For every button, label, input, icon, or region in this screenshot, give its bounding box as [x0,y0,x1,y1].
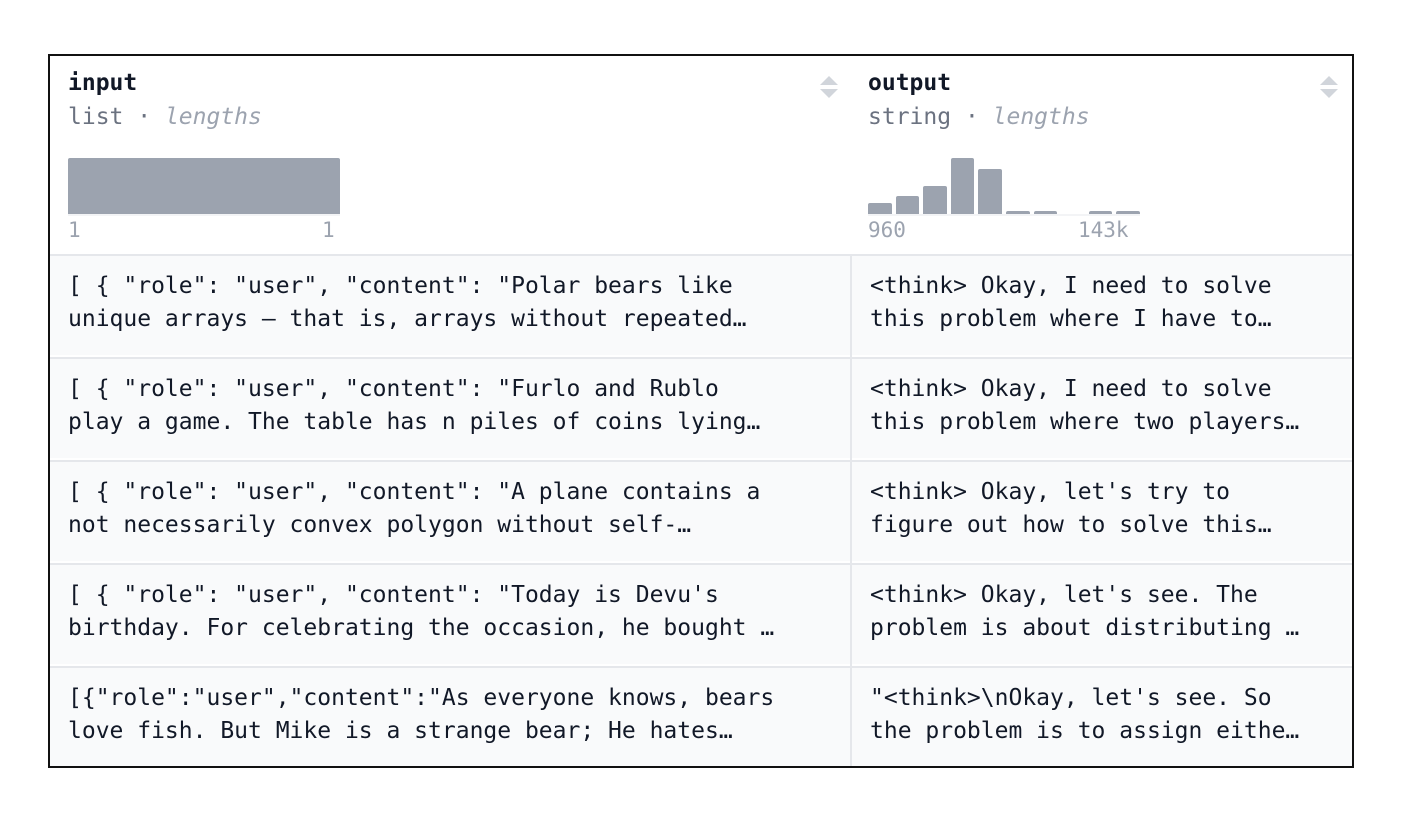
histogram-bar[interactable] [950,158,975,214]
length-histogram[interactable] [68,146,340,216]
table-header: input list · lengths 1 1 output string ·… [50,56,1352,256]
input-cell[interactable]: [ { "role": "user", "content": "Today is… [50,563,850,664]
output-cell[interactable]: <think> Okay, I need to solve this probl… [852,357,1352,458]
dataset-viewer-table: input list · lengths 1 1 output string ·… [48,54,1354,768]
output-cell[interactable]: <think> Okay, let's see. The problem is … [852,563,1352,664]
histogram-bar[interactable] [895,196,920,214]
sort-icon[interactable] [818,74,840,100]
output-cell[interactable]: "<think>\nOkay, let's see. So the proble… [852,666,1352,766]
cell-text-line: <think> Okay, I need to solve [870,273,1272,299]
cell-text-line: this problem where two players… [870,409,1300,435]
table-row: [ { "role": "user", "content": "Polar be… [50,254,1352,357]
cell-text-line: figure out how to solve this… [870,512,1272,538]
cell-text-line: [ { "role": "user", "content": "Today is… [68,582,719,608]
column-type: list · lengths [68,104,262,130]
histogram-bar[interactable] [868,202,892,214]
table-row: [ { "role": "user", "content": "Furlo an… [50,357,1352,460]
cell-text-line: problem is about distributing … [870,615,1300,641]
column-type-sub: lengths [164,104,262,130]
histogram-baseline [868,214,1140,216]
histogram-bar[interactable] [1088,211,1113,214]
column-type-sub: lengths [992,104,1090,130]
sort-icon[interactable] [1318,74,1340,100]
cell-text-line: the problem is to assign eithe… [870,718,1300,744]
output-cell[interactable]: <think> Okay, let's try to figure out ho… [852,460,1352,561]
column-type: string · lengths [868,104,1090,130]
column-type-label: list [68,104,124,130]
input-cell[interactable]: [ { "role": "user", "content": "Polar be… [50,254,850,355]
column-header-output[interactable]: output string · lengths 960 143k [850,56,1352,256]
histogram-min-label: 960 [868,218,906,242]
histogram-bar[interactable] [1006,211,1030,214]
cell-text-line: this problem where I have to… [870,306,1272,332]
histogram-baseline [68,214,340,216]
histogram-max-label: 143k [1078,218,1129,242]
cell-text-line: <think> Okay, let's try to [870,479,1231,505]
cell-text-line: <think> Okay, I need to solve [870,376,1272,402]
cell-text-line: play a game. The table has n piles of co… [68,409,761,435]
length-histogram[interactable] [868,146,1140,216]
table-row: [{"role":"user","content":"As everyone k… [50,666,1352,766]
table-row: [ { "role": "user", "content": "Today is… [50,563,1352,666]
column-type-label: string [868,104,952,130]
cell-text-line: unique arrays — that is, arrays without … [68,306,747,332]
column-name: output [868,70,952,96]
cell-text-line: [ { "role": "user", "content": "Polar be… [68,273,733,299]
cell-text-line: not necessarily convex polygon without s… [68,512,692,538]
cell-text-line: [ { "role": "user", "content": "Furlo an… [68,376,719,402]
histogram-bar[interactable] [923,186,947,214]
cell-text-line: "<think>\nOkay, let's see. So [870,685,1272,711]
cell-text-line: [ { "role": "user", "content": "A plane … [68,479,761,505]
input-cell[interactable]: [{"role":"user","content":"As everyone k… [50,666,850,766]
table-row: [ { "role": "user", "content": "A plane … [50,460,1352,563]
histogram-bar[interactable] [1116,211,1140,214]
column-name: input [68,70,138,96]
histogram-min-label: 1 [68,218,81,242]
histogram-bar[interactable] [68,158,340,214]
cell-text-line: love fish. But Mike is a strange bear; H… [68,718,733,744]
input-cell[interactable]: [ { "role": "user", "content": "A plane … [50,460,850,561]
cell-text-line: <think> Okay, let's see. The [870,582,1258,608]
output-cell[interactable]: <think> Okay, I need to solve this probl… [852,254,1352,355]
cell-text-line: birthday. For celebrating the occasion, … [68,615,775,641]
column-header-input[interactable]: input list · lengths 1 1 [50,56,850,256]
histogram-bar[interactable] [1033,211,1058,214]
histogram-bar[interactable] [978,169,1002,214]
cell-text-line: [{"role":"user","content":"As everyone k… [68,685,775,711]
histogram-max-label: 1 [322,218,335,242]
input-cell[interactable]: [ { "role": "user", "content": "Furlo an… [50,357,850,458]
